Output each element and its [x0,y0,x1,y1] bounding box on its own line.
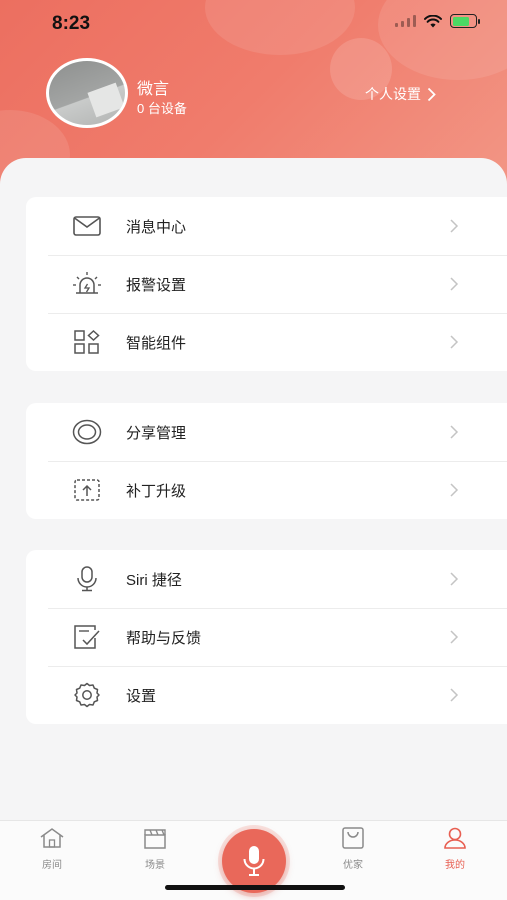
tab-mine[interactable]: 我的 [430,827,480,871]
microphone-icon [72,564,102,594]
feedback-icon [72,622,102,652]
menu-item-label: 分享管理 [126,424,187,442]
alarm-icon [72,269,102,299]
person-icon [444,827,466,849]
username: 微言 [137,81,170,98]
upgrade-icon [72,475,102,505]
menu-item-siri-shortcuts[interactable]: Siri 捷径 [26,550,507,608]
avatar[interactable] [46,58,128,128]
menu-item-smart-widgets[interactable]: 智能组件 [26,313,507,371]
menu-item-label: 补丁升级 [126,482,187,500]
house-icon [40,828,64,848]
chevron-right-icon [450,630,459,644]
menu-item-messages[interactable]: 消息中心 [26,197,507,255]
clapperboard-icon [144,829,166,849]
tab-scenes[interactable]: 场景 [130,827,180,871]
tab-label: 场景 [145,860,165,871]
microphone-icon [243,846,265,876]
chevron-right-icon [427,87,436,101]
chevron-right-icon [450,335,459,349]
tab-rooms[interactable]: 房间 [27,827,77,871]
decor-bubble [378,0,507,80]
battery-icon [450,14,480,28]
chevron-right-icon [450,688,459,702]
mail-icon [72,211,102,241]
home-indicator [165,885,345,890]
personal-settings-label: 个人设置 [365,86,421,102]
voice-assistant-button[interactable] [222,829,286,893]
device-count: 0 台设备 [137,101,187,116]
menu-item-label: 智能组件 [126,334,187,352]
menu-item-label: 帮助与反馈 [126,629,202,647]
menu-item-patch-upgrade[interactable]: 补丁升级 [26,461,507,519]
gear-icon [72,680,102,710]
status-time: 8:23 [52,13,91,34]
share-ring-icon [72,417,102,447]
menu-item-label: 消息中心 [126,218,187,236]
menu-group-3: Siri 捷径 帮助与反馈 设置 [26,550,507,724]
menu-group-1: 消息中心 报警设置 智能组件 [26,197,507,371]
menu-item-label: 报警设置 [126,276,187,294]
tab-youjia[interactable]: 优家 [328,827,378,871]
chevron-right-icon [450,425,459,439]
menu-item-share-management[interactable]: 分享管理 [26,403,507,461]
chevron-right-icon [450,277,459,291]
wifi-icon [424,14,442,27]
menu-item-settings[interactable]: 设置 [26,666,507,724]
menu-item-help-feedback[interactable]: 帮助与反馈 [26,608,507,666]
status-icons [395,14,480,28]
widgets-icon [72,327,102,357]
menu-item-alarm-settings[interactable]: 报警设置 [26,255,507,313]
menu-item-label: 设置 [126,687,157,705]
cellular-signal-icon [395,15,416,27]
menu-item-label: Siri 捷径 [126,571,182,589]
personal-settings-link[interactable]: 个人设置 [365,84,436,104]
chevron-right-icon [450,219,459,233]
decor-bubble [205,0,355,55]
tab-label: 优家 [343,860,363,871]
shopping-bag-icon [342,827,364,849]
tab-label: 我的 [445,860,465,871]
chevron-right-icon [450,572,459,586]
menu-group-2: 分享管理 补丁升级 [26,403,507,519]
chevron-right-icon [450,483,459,497]
tab-label: 房间 [42,860,62,871]
